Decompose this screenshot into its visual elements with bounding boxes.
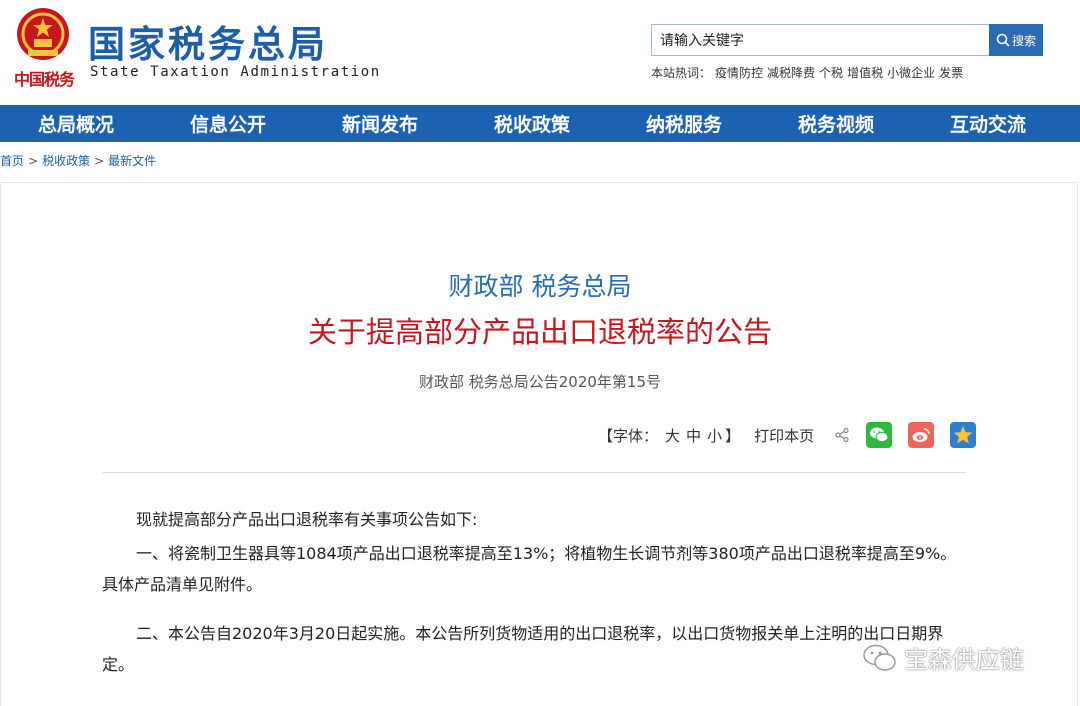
article-divider: [102, 472, 966, 473]
font-small-button[interactable]: 小: [707, 425, 722, 446]
nav-item-interaction[interactable]: 互动交流: [912, 105, 1064, 142]
watermark-text: 宝森供应链: [904, 646, 1024, 674]
site-title[interactable]: 国家税务总局: [88, 14, 328, 68]
qzone-share-icon[interactable]: [950, 422, 977, 448]
hot-word-link[interactable]: 发票: [939, 66, 963, 80]
font-medium-button[interactable]: 中: [686, 425, 701, 446]
emblem-script-text: 中国税务: [14, 70, 75, 89]
national-emblem-icon[interactable]: [14, 6, 72, 62]
wechat-watermark-icon: [863, 644, 896, 671]
font-large-button[interactable]: 大: [665, 425, 680, 446]
nav-item-information[interactable]: 信息公开: [152, 105, 304, 142]
article-department: 财政部 税务总局: [448, 272, 632, 301]
breadcrumb-home[interactable]: 首页: [0, 154, 24, 168]
breadcrumb: 首页 > 税收政策 > 最新文件: [0, 152, 156, 169]
search-input[interactable]: [652, 25, 989, 55]
share-icon[interactable]: [834, 427, 850, 443]
search-button[interactable]: 搜索: [989, 24, 1043, 56]
main-nav: 总局概况 信息公开 新闻发布 税收政策 纳税服务 税务视频 互动交流: [0, 105, 1080, 142]
breadcrumb-separator: >: [28, 154, 39, 168]
font-size-label-close: 】: [725, 426, 741, 445]
search-button-label: 搜索: [1011, 33, 1036, 48]
nav-item-news[interactable]: 新闻发布: [304, 105, 456, 142]
hot-words: 本站热词： 疫情防控 减税降费 个税 增值税 小微企业 发票: [651, 64, 967, 81]
wechat-share-icon[interactable]: [866, 422, 893, 448]
weibo-share-icon[interactable]: [908, 422, 935, 448]
nav-item-overview[interactable]: 总局概况: [0, 105, 152, 142]
article-paragraph: 二、本公告自2020年3月20日起实施。本公告所列货物适用的出口退税率，以出口货…: [102, 624, 944, 674]
hot-word-link[interactable]: 疫情防控: [715, 66, 763, 80]
site-subtitle: State Taxation Administration: [90, 64, 381, 80]
hot-word-link[interactable]: 小微企业: [887, 66, 935, 80]
article-title: 关于提高部分产品出口退税率的公告: [307, 315, 772, 349]
print-button[interactable]: 打印本页: [754, 425, 814, 446]
article-tools: 【字体： 大 中 小 】 打印本页: [598, 420, 977, 450]
hot-word-link[interactable]: 增值税: [847, 66, 883, 80]
font-size-label-open: 【字体：: [598, 426, 659, 445]
breadcrumb-latest-docs[interactable]: 最新文件: [108, 154, 156, 168]
nav-item-video[interactable]: 税务视频: [760, 105, 912, 142]
hot-words-label: 本站热词：: [651, 66, 712, 80]
article-doc-number: 财政部 税务总局公告2020年第15号: [418, 373, 662, 391]
article-paragraph: 一、将瓷制卫生器具等1084项产品出口退税率提高至13%；将植物生长调节剂等38…: [102, 544, 957, 594]
breadcrumb-tax-policy[interactable]: 税收政策: [42, 154, 90, 168]
nav-item-tax-policy[interactable]: 税收政策: [456, 105, 608, 142]
site-header: 中国税务 国家税务总局 State Taxation Administratio…: [0, 0, 1080, 104]
watermark: 宝森供应链: [862, 640, 1024, 675]
search-box: [651, 24, 990, 56]
breadcrumb-separator: >: [94, 154, 105, 168]
nav-item-tax-service[interactable]: 纳税服务: [608, 105, 760, 142]
article-paragraph: 现就提高部分产品出口退税率有关事项公告如下:: [136, 510, 478, 529]
hot-word-link[interactable]: 减税降费: [767, 66, 815, 80]
hot-word-link[interactable]: 个税: [819, 66, 843, 80]
search-icon: [996, 33, 1010, 47]
